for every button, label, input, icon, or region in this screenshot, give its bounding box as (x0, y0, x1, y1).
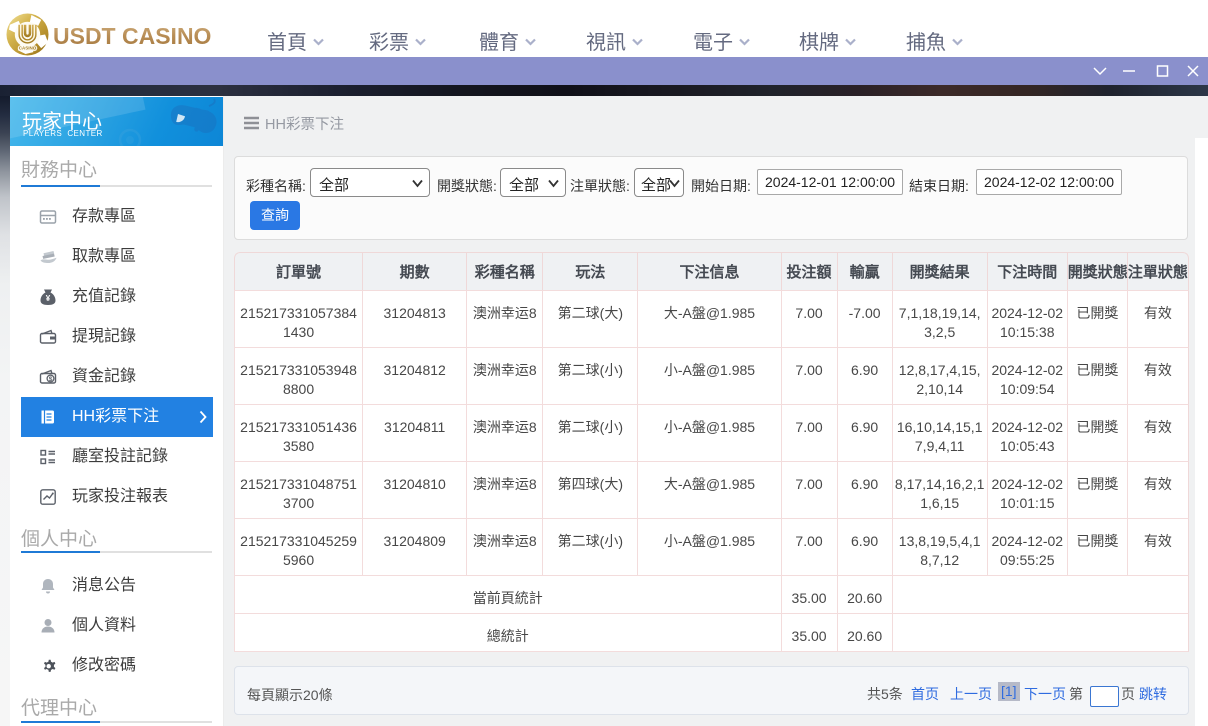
svg-text:$: $ (49, 376, 53, 383)
svg-text:¥: ¥ (46, 294, 51, 303)
svg-text:CASINO: CASINO (19, 46, 37, 51)
